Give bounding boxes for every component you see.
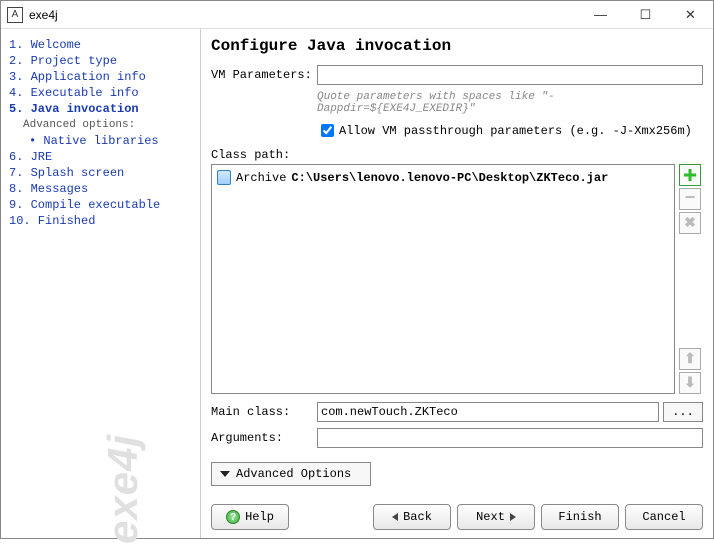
help-button-label: Help [245,510,274,524]
sidebar-step-application-info[interactable]: 3. Application info [9,69,196,85]
classpath-move-down-button[interactable]: ⬇ [679,372,701,394]
vm-parameters-hint: Quote parameters with spaces like "-Dapp… [317,91,703,115]
sidebar-advanced-native-libraries[interactable]: • Native libraries [9,133,196,149]
sidebar-step-jre[interactable]: 6. JRE [9,149,196,165]
cancel-button[interactable]: Cancel [625,504,703,530]
classpath-label: Class path: [211,148,703,162]
next-button[interactable]: Next [457,504,535,530]
back-button-label: Back [403,510,432,524]
page-heading: Configure Java invocation [211,37,703,55]
brand-watermark: exe4j [99,434,147,544]
passthrough-label: Allow VM passthrough parameters (e.g. -J… [339,124,692,138]
main-class-input[interactable] [317,402,659,422]
sidebar-advanced-header: Advanced options: [9,117,196,133]
app-icon: A [7,7,23,23]
vm-parameters-input[interactable] [317,65,703,85]
titlebar: A exe4j — ☐ ✕ [1,1,713,29]
back-button[interactable]: Back [373,504,451,530]
sidebar-step-java-invocation[interactable]: 5. Java invocation [9,101,196,117]
minimize-button[interactable]: — [578,1,623,29]
finish-button-label: Finish [558,510,601,524]
vm-parameters-label: VM Parameters: [211,68,317,82]
classpath-list[interactable]: Archive C:\Users\lenovo.lenovo-PC\Deskto… [211,164,675,394]
advanced-options-label: Advanced Options [236,467,351,481]
sidebar-step-welcome[interactable]: 1. Welcome [9,37,196,53]
sidebar-step-splash[interactable]: 7. Splash screen [9,165,196,181]
sidebar: 1. Welcome 2. Project type 3. Applicatio… [1,29,201,538]
chevron-down-icon [220,471,230,477]
main-class-browse-button[interactable]: ... [663,402,703,422]
sidebar-step-finished[interactable]: 10. Finished [9,213,196,229]
sidebar-step-executable-info[interactable]: 4. Executable info [9,85,196,101]
arrow-left-icon [392,513,398,521]
sidebar-step-project-type[interactable]: 2. Project type [9,53,196,69]
main-panel: Configure Java invocation VM Parameters:… [201,29,713,538]
finish-button[interactable]: Finish [541,504,619,530]
help-button[interactable]: ? Help [211,504,289,530]
passthrough-checkbox[interactable] [321,124,334,137]
arguments-input[interactable] [317,428,703,448]
sidebar-step-messages[interactable]: 8. Messages [9,181,196,197]
classpath-delete-button[interactable]: ✖ [679,212,701,234]
cancel-button-label: Cancel [642,510,685,524]
window-title: exe4j [29,8,58,22]
close-button[interactable]: ✕ [668,1,713,29]
sidebar-step-compile[interactable]: 9. Compile executable [9,197,196,213]
archive-icon [217,170,231,185]
help-icon: ? [226,510,240,524]
classpath-entry-type: Archive [236,171,286,185]
classpath-move-up-button[interactable]: ⬆ [679,348,701,370]
next-button-label: Next [476,510,505,524]
classpath-entry-path: C:\Users\lenovo.lenovo-PC\Desktop\ZKTeco… [291,171,608,185]
classpath-remove-button[interactable]: − [679,188,701,210]
arrow-right-icon [510,513,516,521]
classpath-add-button[interactable] [679,164,701,186]
advanced-options-button[interactable]: Advanced Options [211,462,371,486]
main-class-label: Main class: [211,405,317,419]
classpath-entry[interactable]: Archive C:\Users\lenovo.lenovo-PC\Deskto… [215,168,671,187]
arguments-label: Arguments: [211,431,317,445]
maximize-button[interactable]: ☐ [623,1,668,29]
